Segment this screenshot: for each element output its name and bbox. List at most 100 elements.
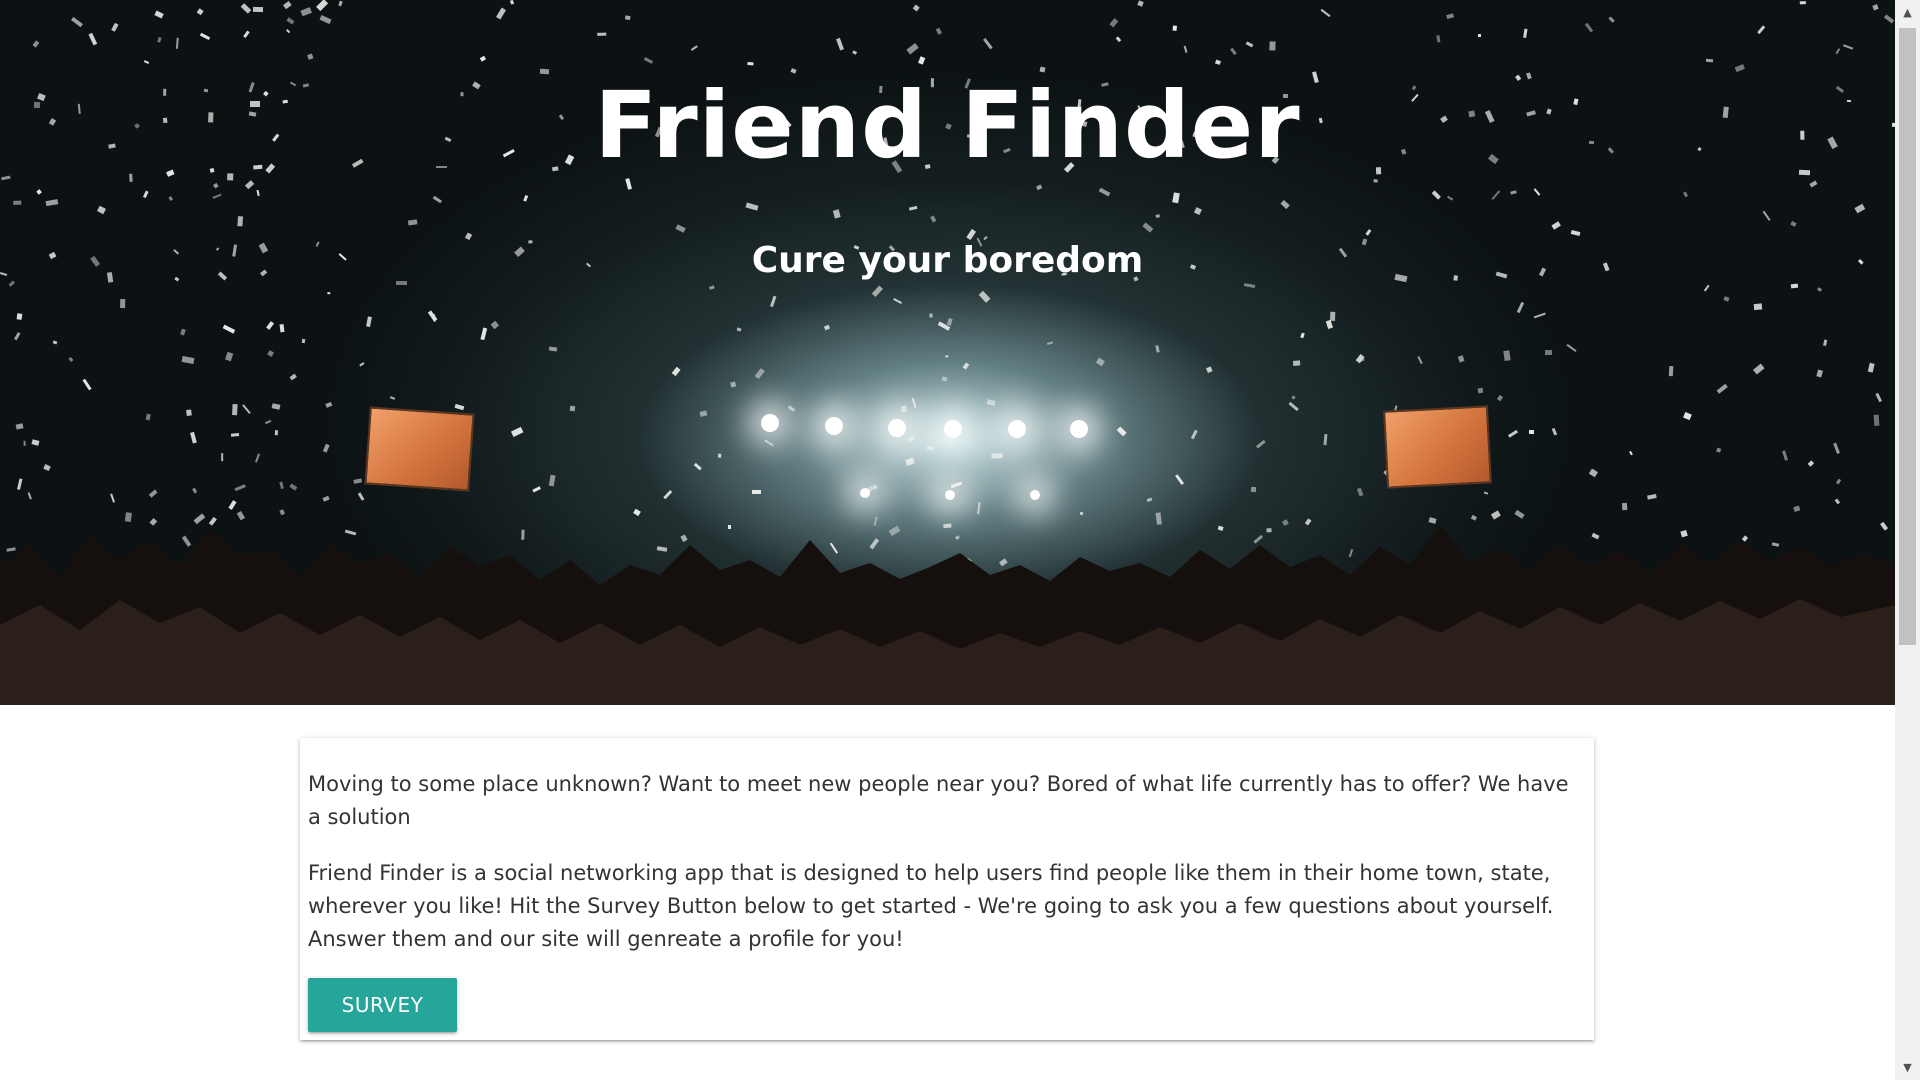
- confetti-piece: [1551, 221, 1561, 231]
- confetti-piece: [1871, 4, 1879, 11]
- confetti-piece: [1584, 22, 1594, 33]
- confetti-piece: [1190, 430, 1198, 440]
- confetti-piece: [52, 340, 58, 345]
- confetti-piece: [1516, 301, 1525, 313]
- confetti-piece: [1435, 35, 1441, 43]
- confetti-piece: [991, 453, 1003, 459]
- confetti-piece: [243, 30, 250, 38]
- confetti-piece: [496, 7, 507, 19]
- confetti-piece: [185, 409, 192, 416]
- confetti-piece: [307, 53, 314, 60]
- confetti-piece: [927, 445, 935, 450]
- confetti-piece: [110, 23, 119, 32]
- confetti-piece: [253, 7, 264, 13]
- confetti-piece: [548, 346, 558, 352]
- confetti-piece: [708, 285, 715, 290]
- confetti-piece: [625, 15, 631, 20]
- confetti-piece: [285, 28, 291, 34]
- confetti-piece: [663, 489, 673, 500]
- confetti-piece: [154, 10, 164, 19]
- confetti-piece: [929, 215, 937, 224]
- confetti-piece: [699, 409, 708, 417]
- confetti-piece: [1834, 498, 1840, 505]
- confetti-piece: [852, 49, 858, 55]
- confetti-piece: [906, 43, 919, 55]
- confetti-piece: [908, 205, 918, 211]
- confetti-piece: [764, 439, 775, 448]
- confetti-piece: [1116, 426, 1128, 437]
- vertical-scrollbar[interactable]: ▲ ▼: [1895, 0, 1920, 1080]
- confetti-piece: [539, 68, 550, 75]
- confetti-piece: [836, 38, 845, 51]
- confetti-piece: [1510, 190, 1518, 195]
- stage-light: [944, 420, 962, 438]
- confetti-piece: [142, 190, 149, 199]
- confetti-piece: [1508, 430, 1519, 439]
- confetti-piece: [1330, 311, 1336, 321]
- survey-button[interactable]: SURVEY: [308, 978, 457, 1032]
- confetti-piece: [1477, 387, 1484, 394]
- confetti-piece: [901, 405, 908, 413]
- confetti-piece: [1357, 487, 1364, 497]
- confetti-piece: [196, 8, 204, 15]
- confetti-piece: [1325, 319, 1334, 330]
- confetti-piece: [1183, 46, 1188, 54]
- confetti-piece: [1142, 222, 1153, 233]
- confetti-piece: [36, 189, 43, 196]
- stage-light: [1030, 490, 1040, 500]
- confetti-piece: [68, 356, 73, 362]
- confetti-piece: [144, 60, 150, 65]
- confetti-piece: [71, 16, 84, 28]
- confetti-piece: [454, 403, 464, 410]
- confetti-piece: [256, 189, 261, 197]
- confetti-piece: [1629, 450, 1634, 455]
- confetti-piece: [1734, 64, 1746, 72]
- confetti-piece: [490, 320, 499, 330]
- confetti-piece: [1757, 25, 1766, 34]
- confetti-piece: [145, 413, 151, 421]
- confetti-piece: [265, 321, 274, 331]
- confetti-piece: [1762, 210, 1771, 222]
- confetti-piece: [1446, 195, 1453, 201]
- confetti-piece: [674, 224, 686, 234]
- confetti-piece: [942, 376, 949, 382]
- confetti-piece: [694, 462, 702, 470]
- confetti-piece: [1842, 44, 1854, 51]
- confetti-piece: [289, 483, 298, 490]
- stage-screen-left: [364, 406, 475, 492]
- scroll-up-arrow-icon[interactable]: ▲: [1895, 0, 1920, 25]
- confetti-piece: [283, 1, 292, 10]
- confetti-piece: [523, 195, 529, 203]
- stage-light: [860, 488, 870, 498]
- confetti-piece: [279, 323, 285, 332]
- stage-light: [761, 414, 779, 432]
- confetti-piece: [833, 209, 841, 219]
- confetti-piece: [1716, 448, 1722, 453]
- confetti-piece: [1823, 339, 1828, 347]
- confetti-piece: [1156, 214, 1161, 219]
- confetti-piece: [671, 366, 681, 376]
- scroll-down-arrow-icon[interactable]: ▼: [1895, 1055, 1920, 1080]
- confetti-piece: [1136, 0, 1144, 7]
- confetti-piece: [1874, 392, 1883, 403]
- confetti-piece: [907, 435, 915, 444]
- confetti-piece: [1835, 48, 1841, 55]
- confetti-piece: [1483, 491, 1489, 495]
- confetti-piece: [510, 0, 515, 5]
- confetti-piece: [358, 362, 365, 368]
- confetti-piece: [511, 427, 524, 438]
- confetti-piece: [1570, 230, 1581, 237]
- confetti-piece: [407, 219, 418, 226]
- confetti-piece: [1682, 411, 1692, 420]
- confetti-piece: [644, 56, 654, 64]
- confetti-piece: [1533, 188, 1541, 196]
- scrollbar-thumb[interactable]: [1899, 28, 1916, 645]
- confetti-piece: [97, 205, 107, 214]
- confetti-piece: [1566, 344, 1577, 353]
- confetti-piece: [1292, 360, 1301, 366]
- confetti-piece: [1146, 497, 1153, 502]
- confetti-piece: [1496, 395, 1504, 403]
- confetti-piece: [1230, 47, 1237, 56]
- confetti-piece: [45, 198, 59, 207]
- confetti-piece: [1716, 383, 1728, 394]
